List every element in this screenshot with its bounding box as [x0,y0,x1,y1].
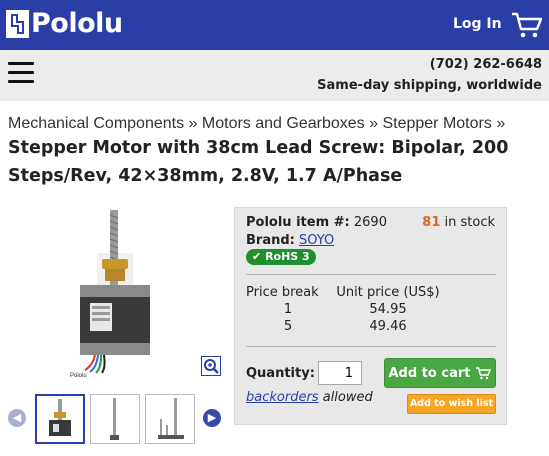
shipping-notice: Same-day shipping, worldwide [317,78,542,93]
pololu-logo-icon [6,10,29,38]
stock-label: in stock [444,215,495,230]
divider [246,346,496,347]
unit-price-value: 49.46 [369,319,407,334]
price-table: Price break Unit price (US$) 1 54.95 5 4… [246,285,446,334]
thumb-next-button[interactable]: ▶ [203,409,221,427]
thumbnail-image [49,399,71,436]
cart-icon[interactable] [510,10,544,40]
price-break-value: 1 [283,302,293,317]
breadcrumb-motors-gearboxes[interactable]: Motors and Gearboxes [202,115,365,132]
divider [246,274,496,275]
zoom-button[interactable] [201,356,221,376]
breadcrumb-separator: » [496,115,506,132]
backorders-suffix: allowed [322,390,373,405]
thumbnail-image [158,398,184,439]
add-to-wishlist-button[interactable]: Add to wish list [407,394,496,414]
breadcrumb-separator: » [188,115,198,132]
brand-info: Brand: SOYO [246,233,334,248]
pololu-logo[interactable]: Pololu [6,9,123,39]
product-image[interactable]: Pololu [60,205,200,380]
stock-status: 81 in stock [422,215,495,230]
price-break-header: Price break [246,285,319,300]
backorders-link[interactable]: backorders [246,390,319,405]
thumbnail[interactable] [35,394,85,444]
top-header: Pololu Log In [0,0,549,50]
item-number-label: Pololu item #: [246,215,350,230]
item-number-value: 2690 [353,215,387,230]
thumbnail[interactable] [145,394,195,444]
menu-icon[interactable] [8,62,34,86]
magnifier-icon [204,359,219,374]
breadcrumb: Mechanical Components » Motors and Gearb… [8,115,505,133]
thumbnail[interactable] [90,394,140,444]
page-title: Stepper Motor with 38cm Lead Screw: Bipo… [8,138,509,186]
price-row: 1 54.95 [246,302,446,317]
purchase-panel: Pololu item #: 2690 81 in stock Brand: S… [234,207,507,425]
price-table-header: Price break Unit price (US$) [246,285,446,300]
cart-icon [476,367,492,380]
item-number: Pololu item #: 2690 [246,215,387,230]
unit-price-value: 54.95 [369,302,407,317]
quantity-label: Quantity: [246,366,315,381]
thumb-prev-button[interactable]: ◀ [8,409,26,427]
add-to-cart-button[interactable]: Add to cart [384,358,496,388]
quantity-input[interactable] [318,361,362,385]
image-watermark: Pololu [70,373,87,379]
thumbnail-image [110,398,119,440]
stock-count: 81 [422,215,441,230]
add-to-cart-label: Add to cart [388,365,471,381]
logo-text: Pololu [31,8,123,39]
rohs-badge[interactable]: ✔ RoHS 3 [246,249,316,265]
backorders-note: backorders allowed [246,390,373,405]
price-break-value: 5 [283,319,293,334]
unit-price-header: Unit price (US$) [336,285,440,300]
price-row: 5 49.46 [246,319,446,334]
brand-link[interactable]: SOYO [299,233,334,248]
breadcrumb-separator: » [369,115,379,132]
check-icon: ✔ [252,250,262,263]
breadcrumb-mechanical-components[interactable]: Mechanical Components [8,115,184,132]
breadcrumb-stepper-motors[interactable]: Stepper Motors [382,115,491,132]
thumbnail-strip: ◀ ▶ [8,394,223,444]
rohs-label: RoHS 3 [265,250,310,263]
login-link[interactable]: Log In [453,16,502,32]
phone-number[interactable]: (702) 262-6648 [430,57,542,72]
brand-label: Brand: [246,233,295,248]
